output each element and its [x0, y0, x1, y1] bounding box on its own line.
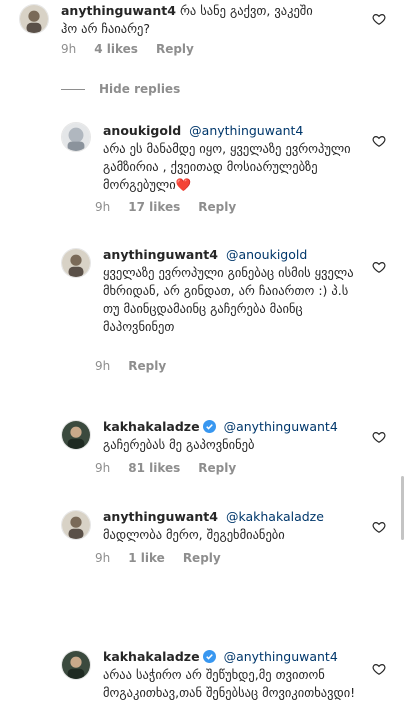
comment-meta: 9h 4 likes Reply [61, 42, 194, 56]
mention-link[interactable]: @anythinguwant4 [189, 123, 303, 138]
reply-comment: anythinguwant4 @anoukigold ყველაზე ევროპ… [0, 244, 405, 376]
avatar[interactable] [61, 248, 91, 278]
timestamp: 9h [95, 461, 111, 475]
comment-text: მადლობა მერო, შეგეხმიანები [103, 527, 285, 542]
heart-icon[interactable] [372, 12, 386, 26]
mention-link[interactable]: @anoukigold [226, 247, 307, 262]
username[interactable]: kakhakaladze [103, 649, 200, 664]
avatar[interactable] [19, 4, 49, 34]
reply-comment: anythinguwant4 @kakhakaladze მადლობა მერ… [0, 506, 405, 570]
avatar-icon [62, 511, 90, 539]
avatar[interactable] [61, 420, 91, 450]
comment: anythinguwant4 რა სანე გაქვთ, ვაკეში ჰო … [0, 0, 405, 70]
mention-link[interactable]: @anythinguwant4 [224, 419, 338, 434]
reply-button[interactable]: Reply [128, 359, 166, 373]
hide-replies-label: Hide replies [99, 82, 181, 96]
verified-badge-icon [202, 650, 216, 663]
heart-icon[interactable] [372, 430, 386, 444]
scrollbar[interactable] [401, 476, 404, 540]
avatar[interactable] [61, 122, 91, 152]
avatar[interactable] [61, 650, 91, 680]
comment-body: anoukigold @anythinguwant4 არა ეს მანამდ… [103, 122, 365, 194]
reply-button[interactable]: Reply [198, 200, 236, 214]
avatar[interactable] [61, 510, 91, 540]
username[interactable]: anythinguwant4 [61, 3, 176, 18]
reply-comment: anoukigold @anythinguwant4 არა ეს მანამდ… [0, 118, 405, 218]
mention-link[interactable]: @anythinguwant4 [224, 649, 338, 664]
comment-text: არაა საჭირო არ შეწუხდე,მე თვითონ მოგაკით… [103, 667, 356, 700]
avatar-icon [62, 123, 90, 151]
timestamp: 9h [61, 42, 77, 56]
comment-text: ყველაზე ევროპული გინებაც ისმის ყველა მხრ… [103, 265, 354, 334]
likes-count[interactable]: 4 likes [94, 42, 138, 56]
comment-meta: 9h 81 likes Reply [95, 461, 236, 475]
comment-text: გაჩერებას მე გაპოვნინებ [103, 437, 255, 452]
comment-body: kakhakaladze @anythinguwant4 გაჩერებას მ… [103, 418, 365, 454]
comment-meta: 9h 17 likes Reply [95, 200, 236, 214]
heart-icon[interactable] [372, 662, 386, 676]
timestamp: 9h [95, 551, 111, 565]
reply-button[interactable]: Reply [183, 551, 221, 565]
comments-thread: anythinguwant4 რა სანე გაქვთ, ვაკეში ჰო … [0, 0, 405, 726]
comment-meta: 9h Reply [95, 359, 166, 373]
reply-comment: kakhakaladze @anythinguwant4 არაა საჭირო… [0, 646, 405, 726]
likes-count[interactable]: 17 likes [128, 200, 180, 214]
heart-icon[interactable] [372, 134, 386, 148]
comment-body: anythinguwant4 @kakhakaladze მადლობა მერ… [103, 508, 365, 544]
username[interactable]: anoukigold [103, 123, 181, 138]
avatar-icon [62, 421, 90, 449]
hide-replies-button[interactable]: Hide replies [61, 80, 180, 98]
avatar-icon [62, 249, 90, 277]
timestamp: 9h [95, 359, 111, 373]
mention-link[interactable]: @kakhakaladze [226, 509, 324, 524]
heart-icon[interactable] [372, 260, 386, 274]
username[interactable]: anythinguwant4 [103, 509, 218, 524]
reply-button[interactable]: Reply [198, 461, 236, 475]
username[interactable]: anythinguwant4 [103, 247, 218, 262]
avatar-icon [62, 651, 90, 679]
heart-icon[interactable] [372, 520, 386, 534]
comment-text: არა ეს მანამდე იყო, ყველაზე ევროპული გამ… [103, 141, 351, 192]
divider-line [61, 88, 85, 90]
username[interactable]: kakhakaladze [103, 419, 200, 434]
reply-comment: kakhakaladze @anythinguwant4 გაჩერებას მ… [0, 416, 405, 480]
comment-body: anythinguwant4 რა სანე გაქვთ, ვაკეში ჰო … [61, 2, 323, 38]
timestamp: 9h [95, 200, 111, 214]
comment-meta: 9h 1 like Reply [95, 551, 221, 565]
likes-count[interactable]: 81 likes [128, 461, 180, 475]
comment-body: anythinguwant4 @anoukigold ყველაზე ევროპ… [103, 246, 365, 336]
comment-body: kakhakaladze @anythinguwant4 არაა საჭირო… [103, 648, 365, 702]
avatar-icon [20, 5, 48, 33]
likes-count[interactable]: 1 like [128, 551, 165, 565]
reply-button[interactable]: Reply [156, 42, 194, 56]
verified-badge-icon [202, 420, 216, 433]
